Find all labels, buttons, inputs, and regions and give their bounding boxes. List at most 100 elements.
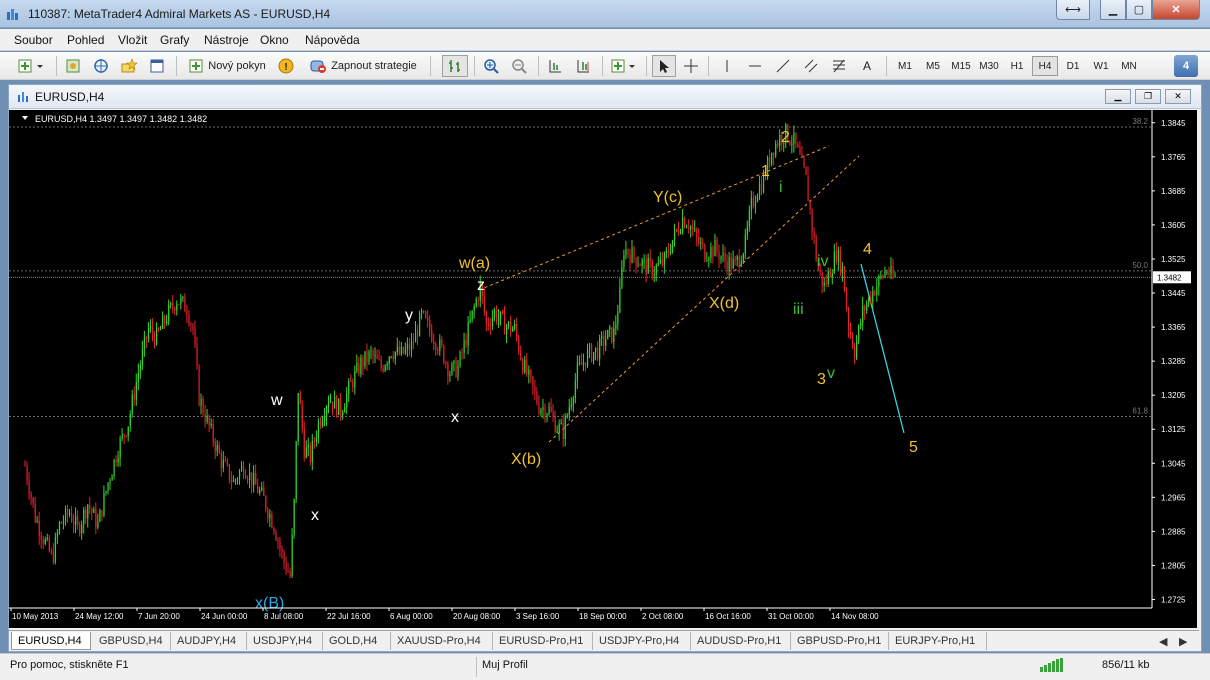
candle-body bbox=[487, 323, 490, 326]
menu-pohled[interactable]: Pohled bbox=[67, 33, 104, 47]
chart-canvas[interactable]: 38.250.061.8 wxx(B)yxw(a)zX(b)Y(c)X(d)12… bbox=[9, 110, 1197, 628]
tabs-scroll-right-button[interactable]: ▶ bbox=[1179, 632, 1197, 650]
cursor-tool-button[interactable] bbox=[652, 55, 676, 77]
candle-body bbox=[348, 381, 350, 394]
candle-body bbox=[234, 479, 237, 481]
maximize-button[interactable]: ▢ bbox=[1126, 0, 1152, 20]
candle-body bbox=[886, 271, 888, 273]
chart-minimize-button[interactable]: ▁ bbox=[1105, 89, 1131, 104]
candle-body bbox=[813, 231, 815, 238]
terminal-button[interactable] bbox=[146, 55, 168, 77]
tab-xauusd-pro-h4[interactable]: XAUUSD-Pro,H4 bbox=[391, 632, 493, 650]
menu-napoveda[interactable]: Nápověda bbox=[305, 33, 360, 47]
candle-body bbox=[564, 416, 566, 439]
menu-nastroje[interactable]: Nástroje bbox=[204, 33, 249, 47]
tab-gbpusd-h4[interactable]: GBPUSD,H4 bbox=[93, 632, 171, 650]
candle-body bbox=[827, 271, 829, 284]
horizontal-line-button[interactable] bbox=[744, 55, 766, 77]
new-chart-icon bbox=[18, 59, 43, 73]
crosshair-tool-button[interactable] bbox=[680, 55, 702, 77]
auto-scroll-button[interactable] bbox=[572, 55, 594, 77]
candle-body bbox=[710, 246, 712, 259]
timeframe-mn[interactable]: MN bbox=[1116, 56, 1142, 76]
candle-body bbox=[198, 366, 200, 406]
timeframe-m30[interactable]: M30 bbox=[976, 56, 1002, 76]
candle-body bbox=[845, 291, 848, 309]
tab-usdjpy-h4[interactable]: USDJPY,H4 bbox=[247, 632, 323, 650]
timeframe-m1[interactable]: M1 bbox=[892, 56, 918, 76]
timeframe-h4[interactable]: H4 bbox=[1032, 56, 1058, 76]
chevron-left-icon: ◀ bbox=[1159, 635, 1168, 648]
close-button[interactable]: ✕ bbox=[1152, 0, 1200, 20]
indicators-button[interactable] bbox=[608, 55, 640, 77]
tab-gbpusd-pro-h1[interactable]: GBPUSD-Pro,H1 bbox=[791, 632, 889, 650]
maximize-icon: ▢ bbox=[1133, 4, 1145, 16]
price-chart[interactable]: 38.2 50.0 61.8 w x x(B) y x w(a) z X(b) Y(c) X(d) 1 2… bbox=[9, 110, 1197, 628]
timeframe-w1[interactable]: W1 bbox=[1088, 56, 1114, 76]
menu-okno[interactable]: Okno bbox=[260, 33, 289, 47]
chart-restore-button[interactable]: ❐ bbox=[1135, 89, 1161, 104]
vertical-line-button[interactable] bbox=[716, 55, 738, 77]
candle-body bbox=[410, 341, 413, 351]
tab-eurusd-pro-h1[interactable]: EURUSD-Pro,H1 bbox=[493, 632, 593, 650]
tab-audusd-pro-h1[interactable]: AUDUSD-Pro,H1 bbox=[691, 632, 791, 650]
candle-body bbox=[469, 319, 471, 323]
tabs-scroll-left-button[interactable]: ◀ bbox=[1159, 632, 1177, 650]
candle-body bbox=[263, 487, 265, 496]
tab-audjpy-h4[interactable]: AUDJPY,H4 bbox=[171, 632, 247, 650]
tab-usdjpy-pro-h4[interactable]: USDJPY-Pro,H4 bbox=[593, 632, 691, 650]
menu-grafy[interactable]: Grafy bbox=[160, 33, 189, 47]
candle-body bbox=[380, 359, 382, 369]
menu-vlozit[interactable]: Vložit bbox=[118, 33, 147, 47]
candle-body bbox=[718, 251, 720, 260]
wave-label: iv bbox=[817, 253, 829, 270]
crosshair-navigator-button[interactable] bbox=[90, 55, 112, 77]
candle-body bbox=[414, 330, 417, 343]
candle-body bbox=[558, 423, 560, 432]
candle-body bbox=[497, 317, 500, 322]
candle-body bbox=[512, 328, 514, 332]
zoom-out-button[interactable] bbox=[508, 55, 530, 77]
trendline-button[interactable] bbox=[772, 55, 794, 77]
candle-body bbox=[843, 266, 846, 292]
price-tick-label: 1.2805 bbox=[1161, 561, 1186, 570]
chart-shift-icon bbox=[549, 60, 561, 73]
candle-body bbox=[99, 510, 101, 522]
channel-button[interactable] bbox=[800, 55, 822, 77]
zoom-in-button[interactable] bbox=[480, 55, 502, 77]
restore-fullscreen-button[interactable]: ⟷ bbox=[1056, 0, 1090, 20]
timeframe-h1[interactable]: H1 bbox=[1004, 56, 1030, 76]
chart-shift-button[interactable] bbox=[544, 55, 566, 77]
tab-gold-h4[interactable]: GOLD,H4 bbox=[323, 632, 391, 650]
tab-eurusd-h4[interactable]: EURUSD,H4 bbox=[11, 632, 91, 650]
alert-button[interactable]: ! bbox=[276, 55, 296, 77]
vertical-line-icon bbox=[726, 60, 728, 72]
tab-eurjpy-pro-h1[interactable]: EURJPY-Pro,H1 bbox=[889, 632, 987, 650]
new-chart-button[interactable] bbox=[14, 55, 50, 77]
candle-body bbox=[665, 250, 668, 254]
price-tick-label: 1.3445 bbox=[1161, 289, 1186, 298]
status-profile[interactable]: Muj Profil bbox=[482, 659, 528, 671]
bar-chart-button[interactable] bbox=[442, 55, 468, 77]
profiles-button[interactable] bbox=[62, 55, 84, 77]
candle-body bbox=[151, 326, 154, 335]
fibonacci-button[interactable] bbox=[828, 55, 850, 77]
new-order-button[interactable]: Nový pokyn bbox=[182, 55, 272, 77]
timeframe-m5[interactable]: M5 bbox=[920, 56, 946, 76]
messages-button[interactable]: 4 bbox=[1174, 55, 1198, 77]
chart-menu-triangle-icon[interactable] bbox=[22, 116, 28, 120]
timeframe-m15[interactable]: M15 bbox=[948, 56, 974, 76]
cursor-arrow-icon bbox=[660, 60, 669, 73]
menu-soubor[interactable]: Soubor bbox=[14, 33, 53, 47]
chart-close-button[interactable]: ✕ bbox=[1165, 89, 1191, 104]
candle-body bbox=[46, 537, 48, 540]
wave-label: Y(c) bbox=[653, 189, 682, 206]
candle-body bbox=[623, 255, 625, 268]
minimize-button[interactable]: ▁ bbox=[1100, 0, 1126, 20]
timeframe-d1[interactable]: D1 bbox=[1060, 56, 1086, 76]
candle-body bbox=[141, 349, 144, 365]
favorites-button[interactable] bbox=[118, 55, 140, 77]
candle-body bbox=[706, 260, 708, 262]
autotrading-button[interactable]: Zapnout strategie bbox=[302, 55, 424, 77]
text-tool-button[interactable]: A bbox=[856, 55, 878, 77]
